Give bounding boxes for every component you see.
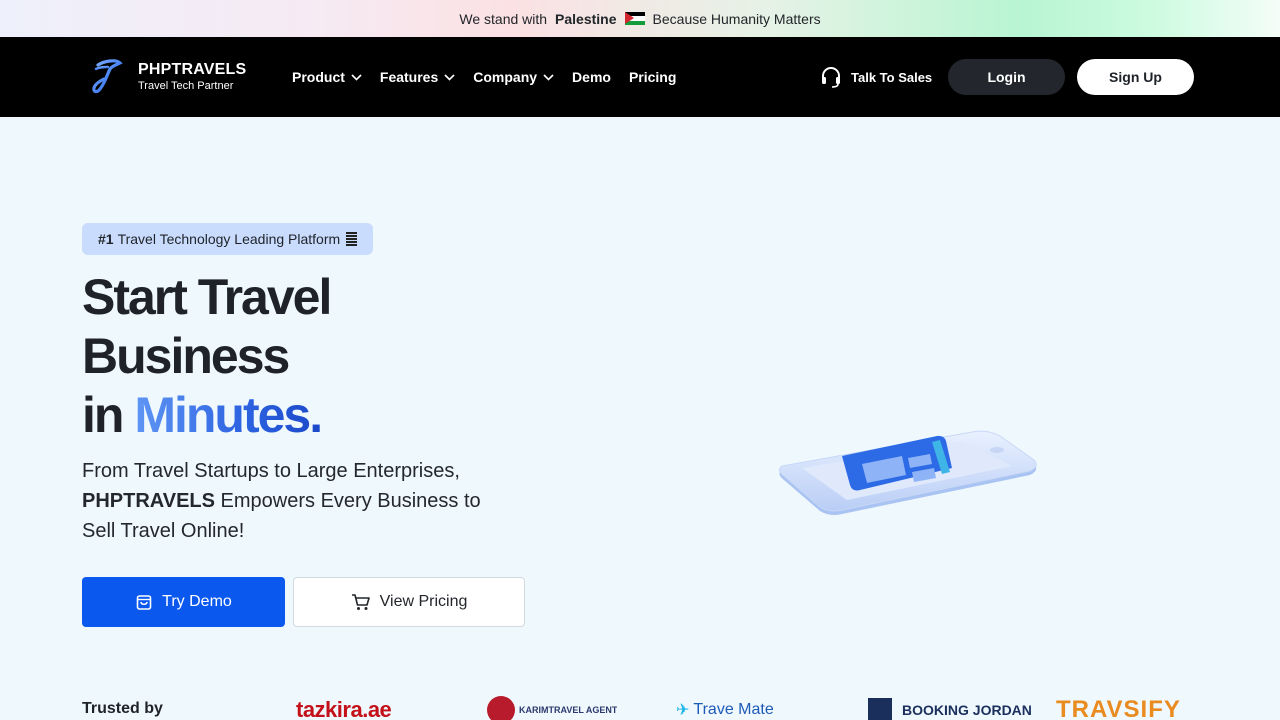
brand-logo-tazkira: tazkira.ae	[296, 696, 391, 720]
sub-line2: Empowers Every Business to	[220, 490, 481, 512]
view-pricing-button[interactable]: View Pricing	[293, 577, 525, 627]
nav-pricing[interactable]: Pricing	[629, 69, 676, 85]
plane-icon: ✈	[676, 702, 690, 719]
main-menu: Product Features Company Demo Pricing	[292, 37, 694, 117]
brand-logo-bookingjordan: BOOKING JORDAN	[868, 696, 1032, 720]
badge-text: Travel Technology Leading Platform	[117, 231, 341, 247]
view-pricing-label: View Pricing	[379, 593, 468, 610]
hero-headline: Start Travel Business in Minutes.	[82, 268, 332, 445]
badge-rank: #1	[98, 231, 114, 247]
brand-booking-text: BOOKING JORDAN	[902, 701, 1032, 718]
leading-platform-badge: #1 Travel Technology Leading Platform	[82, 223, 374, 255]
hero-subtitle: From Travel Startups to Large Enterprise…	[82, 456, 522, 546]
nav-demo[interactable]: Demo	[572, 69, 611, 85]
nav-product[interactable]: Product	[292, 69, 362, 85]
nav-company[interactable]: Company	[473, 69, 554, 85]
bookingjordan-emblem-icon	[868, 698, 892, 720]
headline-line3: in Minutes.	[82, 386, 330, 445]
logo-name: PHPTRAVELS	[138, 61, 247, 78]
announcement-highlight: Palestine	[555, 10, 617, 27]
announcement-prefix: We stand with	[459, 10, 548, 27]
trusted-by-label: Trusted by	[82, 700, 163, 717]
sub-line1: From Travel Startups to Large Enterprise…	[82, 460, 460, 482]
sub-line3: Sell Travel Online!	[82, 520, 245, 542]
logo-text: PHPTRAVELS Travel Tech Partner	[138, 61, 246, 93]
nav-company-label: Company	[473, 69, 538, 85]
headline-line1: Start Travel	[82, 269, 332, 325]
bars-icon	[346, 232, 358, 246]
talk-to-sales-link[interactable]: Talk To Sales	[820, 65, 932, 89]
karimtravel-emblem-icon	[487, 696, 515, 720]
nav-product-label: Product	[292, 69, 345, 85]
chevron-down-icon	[351, 73, 362, 81]
announcement-suffix: Because Humanity Matters	[652, 10, 821, 27]
talk-to-sales-label: Talk To Sales	[851, 69, 933, 85]
login-button[interactable]: Login	[948, 59, 1065, 95]
brand-logo-karimtravel: KARIMTRAVEL AGENT	[487, 696, 617, 720]
try-demo-button[interactable]: Try Demo	[82, 577, 285, 627]
nav-demo-label: Demo	[572, 69, 611, 85]
chevron-down-icon	[444, 73, 455, 81]
top-navbar: PHPTRAVELS Travel Tech Partner Product F…	[0, 37, 1280, 117]
headline-accent: Minutes.	[134, 387, 323, 443]
headset-icon	[822, 67, 840, 88]
shopping-bag-icon	[136, 595, 152, 610]
brand-travsify-text: TRAVSIFY	[1056, 696, 1181, 720]
logo-tagline: Travel Tech Partner	[138, 80, 234, 92]
sub-brand: PHPTRAVELS	[82, 490, 215, 512]
brand-karim-text: KARIMTRAVEL AGENT	[519, 705, 618, 715]
nav-features[interactable]: Features	[380, 69, 455, 85]
chevron-down-icon	[543, 73, 554, 81]
logo[interactable]: PHPTRAVELS Travel Tech Partner	[90, 57, 246, 97]
brand-logo-travemate: ✈ Trave Mate	[676, 696, 774, 720]
announcement-bar: We stand with Palestine Because Humanity…	[0, 0, 1280, 37]
palestine-flag-icon	[624, 12, 645, 25]
nav-pricing-label: Pricing	[628, 69, 677, 85]
brand-logo-travsify: TRAVSIFY	[1056, 696, 1181, 720]
phptravels-logo-icon	[92, 59, 123, 94]
brand-travemate-text: Trave Mate	[693, 701, 774, 718]
cart-icon	[351, 594, 370, 610]
signup-button[interactable]: Sign Up	[1077, 59, 1194, 95]
try-demo-label: Try Demo	[162, 593, 232, 610]
headline-line3-prefix: in	[82, 387, 124, 443]
brand-tazkira-text: tazkira.ae	[296, 697, 392, 720]
headline-line2: Business	[82, 328, 290, 384]
phone-illustration	[778, 430, 1037, 515]
nav-features-label: Features	[379, 69, 439, 85]
